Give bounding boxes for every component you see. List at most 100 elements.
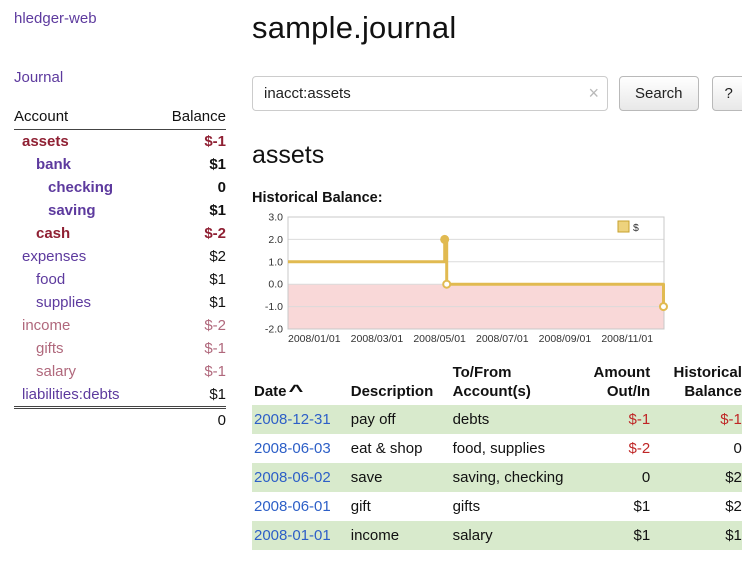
- account-row-income: income $-2: [14, 314, 226, 337]
- transaction-balance: $2: [654, 492, 742, 521]
- account-row-liabilities-debts: liabilities:debts $1: [14, 383, 226, 408]
- svg-text:2008/01/01: 2008/01/01: [288, 333, 341, 345]
- account-balance: $1: [154, 199, 226, 222]
- account-link-cash[interactable]: cash: [14, 225, 70, 243]
- transaction-row: 2008-06-03 eat & shop food, supplies $-2…: [252, 434, 742, 463]
- search-input[interactable]: [252, 76, 608, 111]
- register-table: Date^ Description To/From Account(s) Amo…: [252, 361, 742, 550]
- account-link-supplies[interactable]: supplies: [14, 294, 91, 312]
- journal-link[interactable]: Journal: [14, 69, 63, 86]
- transaction-amount: $1: [568, 521, 655, 550]
- header-description: Description: [349, 361, 451, 405]
- transaction-date-link[interactable]: 2008-12-31: [254, 411, 331, 428]
- transaction-balance: 0: [654, 434, 742, 463]
- transaction-description: income: [349, 521, 451, 550]
- account-row-checking: checking 0: [14, 176, 226, 199]
- transaction-date-link[interactable]: 2008-06-02: [254, 469, 331, 486]
- transaction-balance: $1: [654, 521, 742, 550]
- account-row-cash: cash $-2: [14, 222, 226, 245]
- header-date-label: Date: [254, 383, 287, 400]
- account-balance: $-2: [154, 314, 226, 337]
- register-header-row: Date^ Description To/From Account(s) Amo…: [252, 361, 742, 405]
- account-link-salary[interactable]: salary: [14, 363, 76, 381]
- accounts-header-account: Account: [14, 106, 154, 130]
- header-amount: Amount Out/In: [568, 361, 655, 405]
- svg-text:-1.0: -1.0: [265, 301, 283, 313]
- app-window: hledger-web Journal Account Balance asse…: [0, 0, 742, 550]
- transaction-accounts: food, supplies: [451, 434, 568, 463]
- header-account: To/From Account(s): [451, 361, 568, 405]
- transaction-amount: $-2: [568, 434, 655, 463]
- transaction-accounts: saving, checking: [451, 463, 568, 492]
- account-row-food: food $1: [14, 268, 226, 291]
- account-link-bank[interactable]: bank: [14, 156, 71, 174]
- account-balance: 0: [154, 176, 226, 199]
- accounts-total-row: 0: [14, 408, 226, 433]
- account-row-assets: assets $-1: [14, 130, 226, 154]
- app-title-link[interactable]: hledger-web: [14, 10, 97, 27]
- transaction-amount: 0: [568, 463, 655, 492]
- clear-search-icon[interactable]: ×: [588, 82, 599, 104]
- account-row-supplies: supplies $1: [14, 291, 226, 314]
- transaction-accounts: gifts: [451, 492, 568, 521]
- account-link-assets[interactable]: assets: [14, 133, 69, 151]
- svg-text:2008/05/01: 2008/05/01: [413, 333, 466, 345]
- header-balance: Historical Balance: [654, 361, 742, 405]
- transaction-date-link[interactable]: 2008-06-01: [254, 498, 331, 515]
- account-balance: $-2: [154, 222, 226, 245]
- search-button[interactable]: Search: [619, 76, 699, 111]
- transaction-row: 2008-06-02 save saving, checking 0 $2: [252, 463, 742, 492]
- transaction-description: save: [349, 463, 451, 492]
- sidebar: hledger-web Journal Account Balance asse…: [0, 0, 236, 550]
- transaction-date-link[interactable]: 2008-06-03: [254, 440, 331, 457]
- transaction-row: 2008-06-01 gift gifts $1 $2: [252, 492, 742, 521]
- transaction-amount: $-1: [568, 405, 655, 434]
- transaction-accounts: salary: [451, 521, 568, 550]
- search-box: ×: [252, 76, 608, 111]
- account-balance: $1: [154, 291, 226, 314]
- sort-ascending-icon: ^: [288, 381, 303, 400]
- account-balance: $2: [154, 245, 226, 268]
- svg-text:1.0: 1.0: [268, 256, 283, 268]
- transaction-description: eat & shop: [349, 434, 451, 463]
- account-row-salary: salary $-1: [14, 360, 226, 383]
- svg-text:2008/09/01: 2008/09/01: [539, 333, 592, 345]
- transaction-description: gift: [349, 492, 451, 521]
- accounts-table: Account Balance assets $-1 bank $1 check…: [14, 106, 226, 433]
- account-balance: $1: [154, 153, 226, 176]
- transaction-description: pay off: [349, 405, 451, 434]
- account-link-liabilities-debts[interactable]: liabilities:debts: [14, 386, 120, 404]
- account-title: assets: [252, 141, 742, 170]
- chart-title: Historical Balance:: [252, 190, 742, 206]
- account-link-gifts[interactable]: gifts: [14, 340, 64, 358]
- help-button[interactable]: ?: [712, 76, 742, 111]
- account-link-saving[interactable]: saving: [14, 202, 96, 220]
- account-link-income[interactable]: income: [14, 317, 70, 335]
- account-row-gifts: gifts $-1: [14, 337, 226, 360]
- transaction-row: 2008-01-01 income salary $1 $1: [252, 521, 742, 550]
- transaction-amount: $1: [568, 492, 655, 521]
- accounts-total-balance: 0: [154, 408, 226, 433]
- header-date[interactable]: Date^: [252, 361, 349, 405]
- svg-text:2008/03/01: 2008/03/01: [351, 333, 404, 345]
- accounts-header-balance: Balance: [154, 106, 226, 130]
- account-balance: $1: [154, 383, 226, 408]
- transaction-row: 2008-12-31 pay off debts $-1 $-1: [252, 405, 742, 434]
- account-balance: $-1: [154, 337, 226, 360]
- transaction-accounts: debts: [451, 405, 568, 434]
- account-link-expenses[interactable]: expenses: [14, 248, 86, 266]
- account-balance: $-1: [154, 130, 226, 154]
- main-content: sample.journal × Search ? assets Histori…: [236, 0, 742, 550]
- account-balance: $-1: [154, 360, 226, 383]
- account-link-checking[interactable]: checking: [14, 179, 113, 197]
- search-form: × Search ?: [252, 76, 742, 111]
- svg-text:2008/07/01: 2008/07/01: [476, 333, 529, 345]
- account-row-saving: saving $1: [14, 199, 226, 222]
- svg-text:2008/11/01: 2008/11/01: [601, 333, 653, 345]
- account-link-food[interactable]: food: [14, 271, 65, 289]
- svg-text:-2.0: -2.0: [265, 324, 283, 336]
- svg-text:3.0: 3.0: [268, 212, 283, 224]
- transaction-date-link[interactable]: 2008-01-01: [254, 527, 331, 544]
- account-row-expenses: expenses $2: [14, 245, 226, 268]
- transaction-balance: $2: [654, 463, 742, 492]
